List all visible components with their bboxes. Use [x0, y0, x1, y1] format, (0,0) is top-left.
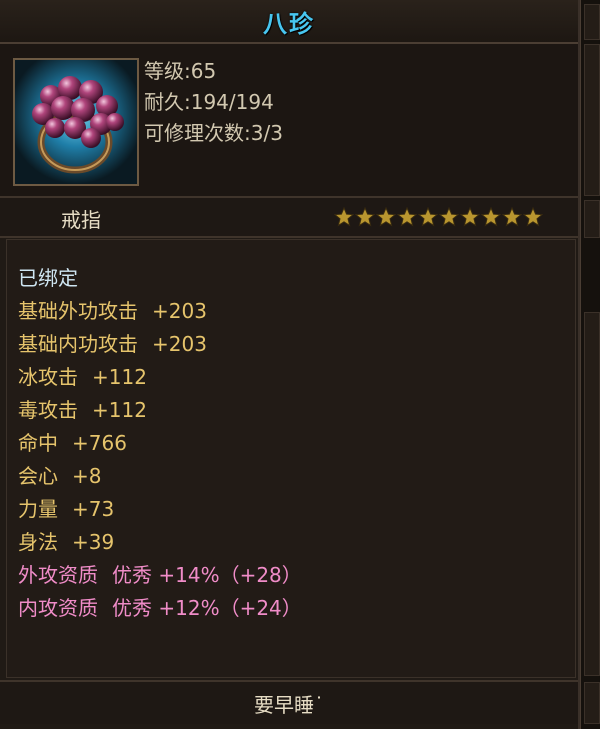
attribute-row: 会心 +8 — [18, 460, 101, 489]
attribute-label: 外攻资质 — [18, 563, 98, 587]
star-icon — [439, 207, 459, 227]
side-segment — [584, 4, 600, 40]
attribute-label: 身法 — [18, 530, 58, 554]
attribute-value: 优秀 +12%（+24） — [112, 596, 302, 620]
attribute-value: +766 — [72, 431, 127, 455]
attribute-value: +112 — [92, 398, 147, 422]
star-icon — [334, 207, 354, 227]
attribute-label: 会心 — [18, 464, 58, 488]
attribute-label: 已绑定 — [18, 266, 78, 290]
attribute-row: 身法 +39 — [18, 526, 114, 555]
side-segment — [584, 44, 600, 196]
attribute-row: 力量 +73 — [18, 493, 114, 522]
star-icon — [355, 207, 375, 227]
attribute-label: 冰攻击 — [18, 365, 78, 389]
type-row: 戒指 — [0, 198, 578, 238]
star-icon — [502, 207, 522, 227]
attribute-value: +73 — [72, 497, 115, 521]
ring-icon — [13, 58, 139, 186]
attribute-row: 冰攻击 +112 — [18, 361, 147, 390]
side-panel-edge — [580, 0, 600, 729]
attribute-label: 内攻资质 — [18, 596, 98, 620]
attribute-value: +39 — [72, 530, 115, 554]
attribute-label: 毒攻击 — [18, 398, 78, 422]
star-icon — [523, 207, 543, 227]
footer-text: 要早睡˙ — [254, 692, 324, 717]
item-tooltip: 八珍 等级:65 耐久:194/194 可修理次数:3/3 戒指 已绑定 基础外… — [0, 0, 580, 729]
star-icon — [376, 207, 396, 227]
star-icon — [418, 207, 438, 227]
item-name: 八珍 — [263, 9, 315, 38]
title-bar: 八珍 — [0, 0, 578, 44]
attribute-panel: 已绑定基础外功攻击 +203 基础内功攻击 +203 冰攻击 +112 毒攻击 +112 命中 +… — [6, 239, 576, 678]
attribute-row: 基础外功攻击 +203 — [18, 295, 207, 324]
attribute-row: 内攻资质 优秀 +12%（+24） — [18, 592, 302, 621]
star-rating — [334, 207, 543, 227]
attribute-row: 毒攻击 +112 — [18, 394, 147, 423]
attribute-row: 命中 +766 — [18, 427, 127, 456]
side-segment — [584, 200, 600, 238]
repair-count-text: 可修理次数:3/3 — [144, 121, 283, 145]
attribute-row: 已绑定 — [18, 262, 78, 291]
attribute-value: 优秀 +14%（+28） — [112, 563, 302, 587]
attribute-value: +112 — [92, 365, 147, 389]
level-text: 等级:65 — [144, 59, 217, 83]
side-segment — [584, 312, 600, 676]
attribute-label: 基础外功攻击 — [18, 299, 138, 323]
star-icon — [397, 207, 417, 227]
item-stats: 等级:65 耐久:194/194 可修理次数:3/3 — [144, 56, 283, 149]
star-icon — [481, 207, 501, 227]
durability-text: 耐久:194/194 — [144, 90, 274, 114]
attribute-value: +203 — [152, 332, 207, 356]
star-icon — [460, 207, 480, 227]
attribute-value: +203 — [152, 299, 207, 323]
attribute-value: +8 — [72, 464, 102, 488]
item-type: 戒指 — [61, 208, 101, 232]
attribute-row: 外攻资质 优秀 +14%（+28） — [18, 559, 302, 588]
attribute-row: 基础内功攻击 +203 — [18, 328, 207, 357]
attribute-label: 力量 — [18, 497, 58, 521]
side-segment — [584, 682, 600, 724]
attribute-label: 命中 — [18, 431, 58, 455]
footer: 要早睡˙ — [0, 680, 578, 724]
attribute-label: 基础内功攻击 — [18, 332, 138, 356]
